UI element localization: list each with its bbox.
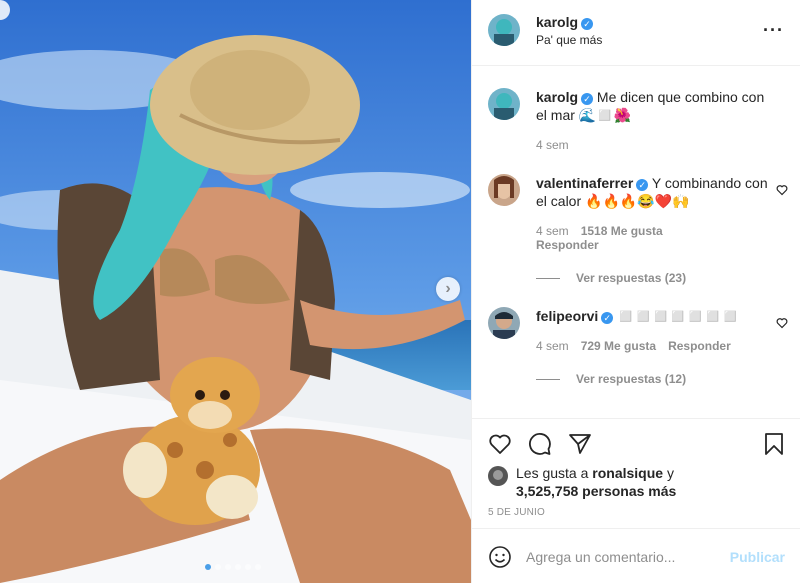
verified-icon: ✓ <box>581 18 594 30</box>
action-bar: Les gusta a ronalsique y 3,525,758 perso… <box>472 418 800 528</box>
carousel-dot <box>245 564 251 570</box>
post-location[interactable]: Pa' que más <box>536 33 602 47</box>
comment-likes[interactable]: 1518 Me gusta <box>581 224 663 238</box>
caption-username[interactable]: karolg <box>536 89 578 105</box>
caption-time[interactable]: 4 sem <box>536 138 569 152</box>
avatar[interactable] <box>488 307 520 339</box>
avatar[interactable] <box>488 466 508 486</box>
post-header: karolg ✓ Pa' que más ··· <box>472 0 800 66</box>
add-comment-bar: Publicar <box>472 528 800 583</box>
reply-button[interactable]: Responder <box>536 238 599 252</box>
comment-text: ◻️◻️◻️◻️◻️◻️◻️ <box>617 308 740 324</box>
post-panel: karolg ✓ Pa' que más ··· karolg ✓ Me dicen… <box>471 0 800 583</box>
avatar[interactable] <box>488 174 520 206</box>
publish-button[interactable]: Publicar <box>730 549 785 565</box>
comment-meta: 4 sem 1518 Me gusta <box>536 224 663 238</box>
carousel-dot <box>255 564 261 570</box>
heart-icon[interactable] <box>776 184 788 196</box>
comment-username[interactable]: felipeorvi <box>536 308 598 324</box>
post-image <box>0 0 471 583</box>
post-date[interactable]: 5 DE JUNIO <box>488 507 545 518</box>
verified-icon: ✓ <box>601 312 614 324</box>
likes-count[interactable]: 3,525,758 personas más <box>516 483 676 499</box>
bookmark-icon[interactable] <box>762 432 786 456</box>
comment-username[interactable]: valentinaferrer <box>536 175 633 191</box>
comments-list[interactable]: karolg ✓ Me dicen que combino con el mar … <box>472 66 800 418</box>
likes-prefix: Les gusta a <box>516 465 593 481</box>
comment-time[interactable]: 4 sem <box>536 339 569 353</box>
reply-button[interactable]: Responder <box>668 339 731 353</box>
comment-meta: 4 sem 729 Me gusta Responder <box>536 339 731 353</box>
carousel-dot <box>225 564 231 570</box>
post-photo[interactable]: › <box>0 0 471 583</box>
likes-first-user[interactable]: ronalsique <box>592 465 663 481</box>
view-replies-label: Ver respuestas (12) <box>576 372 687 386</box>
carousel-dots <box>205 564 261 570</box>
view-replies-label: Ver respuestas (23) <box>576 271 687 285</box>
divider <box>536 277 560 279</box>
avatar[interactable] <box>488 88 520 120</box>
verified-icon: ✓ <box>581 93 594 105</box>
avatar[interactable] <box>488 14 520 46</box>
divider <box>536 378 560 380</box>
smile-icon[interactable] <box>488 545 512 569</box>
heart-icon[interactable] <box>488 432 512 456</box>
comment-input[interactable] <box>526 543 726 571</box>
likes-connector: y <box>663 465 674 481</box>
carousel-dot <box>215 564 221 570</box>
share-icon[interactable] <box>568 432 592 456</box>
carousel-dot <box>205 564 211 570</box>
next-photo-button[interactable]: › <box>436 277 460 301</box>
post-username[interactable]: karolg <box>536 14 578 30</box>
verified-icon: ✓ <box>636 179 649 191</box>
comment-icon[interactable] <box>528 432 552 456</box>
comment-time[interactable]: 4 sem <box>536 224 569 238</box>
chevron-right-icon: › <box>445 280 451 297</box>
heart-icon[interactable] <box>776 317 788 329</box>
carousel-dot <box>235 564 241 570</box>
view-replies-button[interactable]: Ver respuestas (12) <box>536 372 686 386</box>
comment-likes[interactable]: 729 Me gusta <box>581 339 656 353</box>
view-replies-button[interactable]: Ver respuestas (23) <box>536 271 686 285</box>
more-dots-icon[interactable]: ··· <box>763 20 784 41</box>
